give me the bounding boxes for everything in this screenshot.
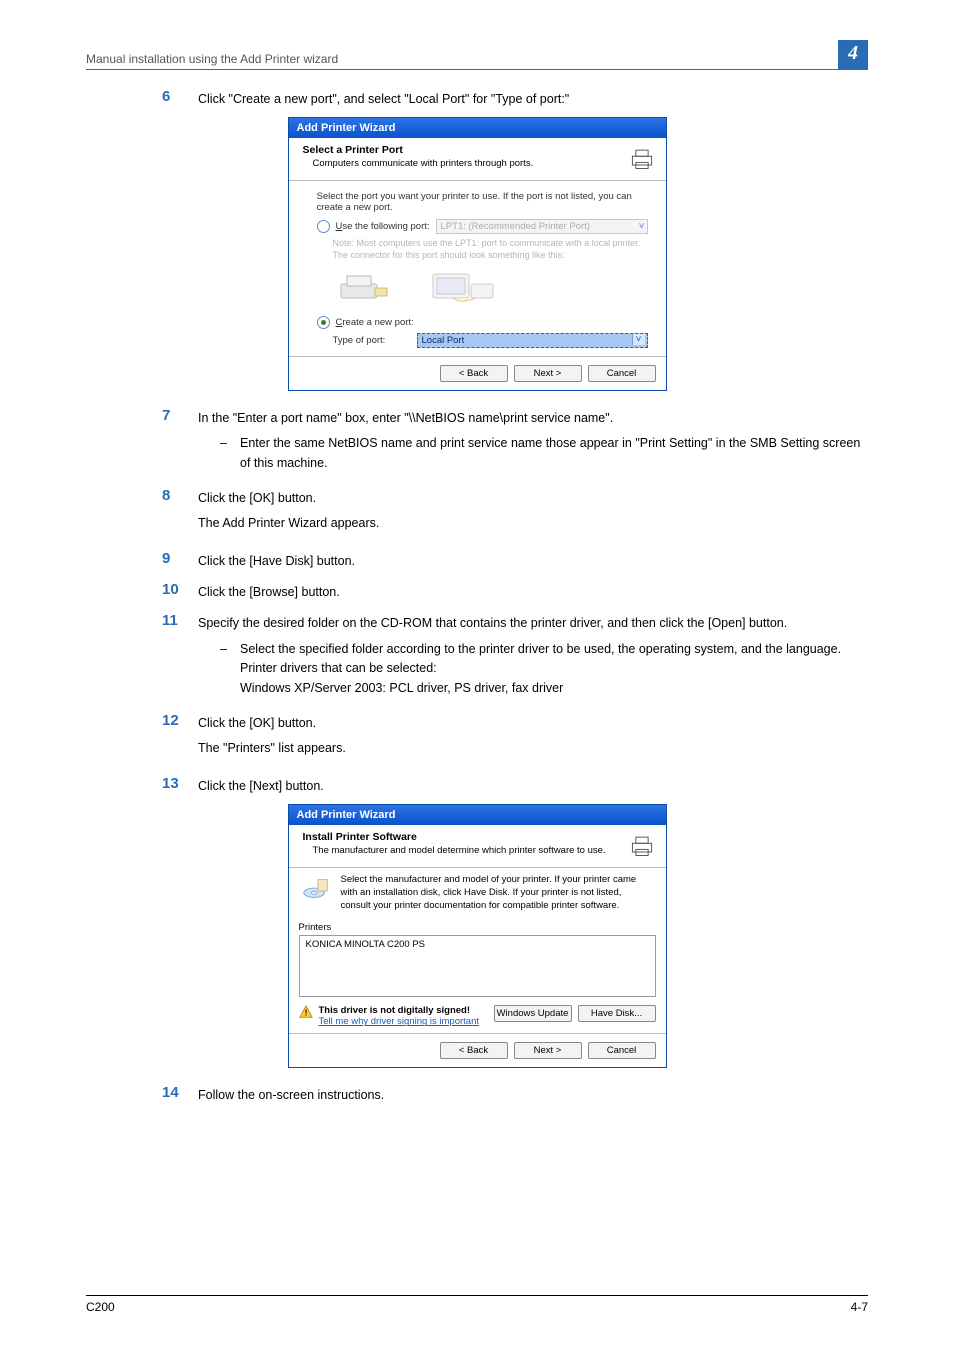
- step-subtext: The Add Printer Wizard appears.: [198, 514, 868, 533]
- section-title: Manual installation using the Add Printe…: [86, 52, 338, 69]
- cancel-button[interactable]: Cancel: [588, 365, 656, 382]
- step-13: 13 Click the [Next] button.: [162, 775, 868, 796]
- port-dropdown-value: LPT1: (Recommended Printer Port): [441, 221, 590, 232]
- add-printer-wizard-software: Add Printer Wizard Install Printer Softw…: [288, 804, 667, 1068]
- step-text: Specify the desired folder on the CD-ROM…: [198, 614, 868, 633]
- disk-icon: [301, 874, 331, 904]
- step-text: Click the [OK] button.: [198, 714, 868, 733]
- step-number: 8: [162, 487, 198, 540]
- step-12: 12 Click the [OK] button. The "Printers"…: [162, 712, 868, 765]
- wizard-subheading: The manufacturer and model determine whi…: [313, 845, 628, 856]
- printer-illustration-icon: [335, 268, 395, 308]
- step-6: 6 Click "Create a new port", and select …: [162, 88, 868, 109]
- back-button[interactable]: < Back: [440, 365, 508, 382]
- wizard-heading: Select a Printer Port: [303, 144, 628, 156]
- printer-icon: [628, 831, 656, 859]
- radio-create-new-port[interactable]: [317, 316, 330, 329]
- step-number: 13: [162, 775, 198, 796]
- bullet-text: Windows XP/Server 2003: PCL driver, PS d…: [240, 679, 868, 698]
- step-7: 7 In the "Enter a port name" box, enter …: [162, 407, 868, 477]
- cancel-button[interactable]: Cancel: [588, 1042, 656, 1059]
- bullet-text: Printer drivers that can be selected:: [240, 659, 868, 678]
- chevron-down-icon: ˅: [639, 221, 645, 232]
- page-footer: C200 4-7: [86, 1295, 868, 1314]
- wizard-heading: Install Printer Software: [303, 831, 628, 843]
- windows-update-button[interactable]: Windows Update: [494, 1005, 572, 1022]
- step-number: 12: [162, 712, 198, 765]
- printer-list-item[interactable]: KONICA MINOLTA C200 PS: [306, 939, 649, 950]
- step-number: 7: [162, 407, 198, 477]
- step-number: 9: [162, 550, 198, 571]
- wizard-titlebar: Add Printer Wizard: [289, 805, 666, 825]
- step-9: 9 Click the [Have Disk] button.: [162, 550, 868, 571]
- bullet-dash: –: [220, 434, 240, 473]
- back-button[interactable]: < Back: [440, 1042, 508, 1059]
- wizard-titlebar: Add Printer Wizard: [289, 118, 666, 138]
- step-text: In the "Enter a port name" box, enter "\…: [198, 409, 868, 428]
- wizard-intro-text: Select the manufacturer and model of you…: [341, 874, 654, 912]
- type-of-port-label: Type of port:: [333, 335, 417, 346]
- step-text: Click the [Browse] button.: [198, 581, 868, 602]
- step-subtext: The "Printers" list appears.: [198, 739, 868, 758]
- footer-page-number: 4-7: [851, 1300, 868, 1314]
- radio-label-use-port: UUse the following port:se the following…: [336, 221, 430, 232]
- step-10: 10 Click the [Browse] button.: [162, 581, 868, 602]
- step-11: 11 Specify the desired folder on the CD-…: [162, 612, 868, 702]
- next-button[interactable]: Next >: [514, 365, 582, 382]
- chevron-down-icon: ˅: [632, 334, 645, 345]
- type-of-port-value: Local Port: [422, 335, 465, 346]
- radio-label-create-port: Create a new port:: [336, 317, 414, 328]
- step-number: 14: [162, 1084, 198, 1105]
- driver-signing-warning: This driver is not digitally signed!: [319, 1005, 488, 1016]
- have-disk-button[interactable]: Have Disk...: [578, 1005, 656, 1022]
- step-number: 11: [162, 612, 198, 702]
- wizard-subheading: Computers communicate with printers thro…: [313, 158, 628, 169]
- port-dropdown[interactable]: LPT1: (Recommended Printer Port) ˅: [436, 219, 648, 234]
- printers-list-label: Printers: [299, 922, 656, 933]
- warning-icon: !: [299, 1005, 313, 1019]
- step-text: Click the [Next] button.: [198, 775, 868, 796]
- step-text: Click the [Have Disk] button.: [198, 550, 868, 571]
- step-text: Click "Create a new port", and select "L…: [198, 88, 868, 109]
- step-number: 10: [162, 581, 198, 602]
- printer-icon: [628, 144, 656, 172]
- connector-illustrations: [335, 268, 648, 308]
- step-8: 8 Click the [OK] button. The Add Printer…: [162, 487, 868, 540]
- page-header: Manual installation using the Add Printe…: [86, 40, 868, 70]
- printers-listbox[interactable]: KONICA MINOLTA C200 PS: [299, 935, 656, 997]
- bullet-text: Enter the same NetBIOS name and print se…: [240, 434, 868, 473]
- add-printer-wizard-port: Add Printer Wizard Select a Printer Port…: [288, 117, 667, 390]
- type-of-port-dropdown[interactable]: Local Port ˅: [417, 333, 648, 348]
- step-number: 6: [162, 88, 198, 109]
- next-button[interactable]: Next >: [514, 1042, 582, 1059]
- radio-use-following-port[interactable]: [317, 220, 330, 233]
- computer-illustration-icon: [425, 268, 505, 308]
- driver-signing-link[interactable]: Tell me why driver signing is important: [319, 1016, 480, 1027]
- step-14: 14 Follow the on-screen instructions.: [162, 1084, 868, 1105]
- footer-model: C200: [86, 1300, 115, 1314]
- chapter-number-badge: 4: [838, 40, 868, 69]
- bullet-dash: –: [220, 640, 240, 698]
- svg-text:!: !: [304, 1009, 307, 1018]
- wizard-intro-text: Select the port you want your printer to…: [317, 191, 648, 213]
- bullet-text: Select the specified folder according to…: [240, 640, 868, 659]
- step-text: Click the [OK] button.: [198, 489, 868, 508]
- step-text: Follow the on-screen instructions.: [198, 1084, 868, 1105]
- port-note-text: Note: Most computers use the LPT1: port …: [333, 238, 648, 261]
